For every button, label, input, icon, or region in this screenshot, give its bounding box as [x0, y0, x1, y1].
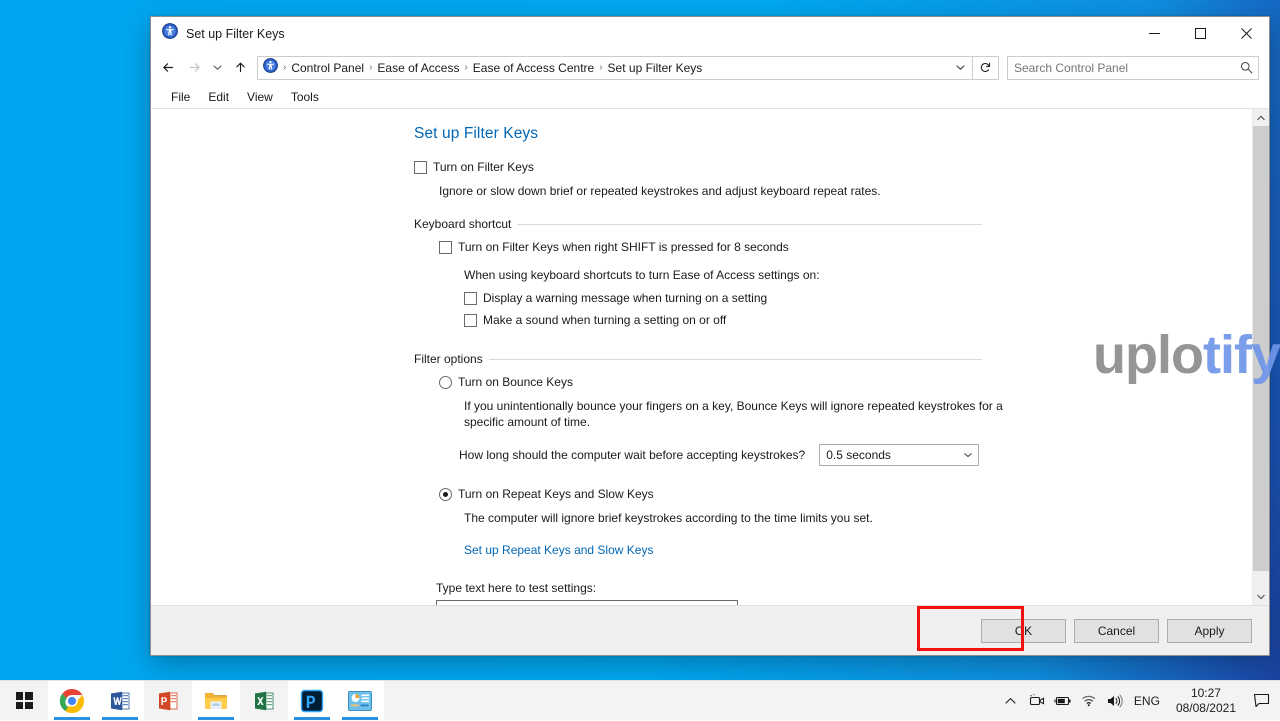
keyboard-shortcut-group-title: Keyboard shortcut — [414, 217, 511, 231]
scroll-down-button[interactable] — [1253, 588, 1269, 605]
repeat-slow-keys-description: The computer will ignore brief keystroke… — [464, 510, 982, 526]
up-button[interactable] — [227, 55, 253, 81]
clock-date: 08/08/2021 — [1176, 701, 1236, 716]
taskbar-apps — [48, 681, 384, 720]
wait-time-dropdown[interactable]: 0.5 seconds — [819, 444, 979, 466]
battery-icon[interactable] — [1050, 681, 1076, 721]
taskbar-spacer — [384, 681, 998, 720]
shift-shortcut-row[interactable]: Turn on Filter Keys when right SHIFT is … — [439, 239, 982, 255]
menu-item-tools[interactable]: Tools — [283, 88, 327, 106]
dialog-footer: OK Cancel Apply — [151, 605, 1269, 655]
sound-row[interactable]: Make a sound when turning a setting on o… — [464, 312, 982, 328]
scrollbar-thumb[interactable] — [1253, 126, 1269, 571]
volume-icon[interactable] — [1102, 681, 1128, 721]
taskbar-item-excel[interactable] — [240, 681, 288, 720]
filter-options-group-title: Filter options — [414, 352, 483, 366]
turn-on-filter-keys-row[interactable]: Turn on Filter Keys — [414, 159, 982, 175]
back-button[interactable] — [155, 55, 181, 81]
language-indicator[interactable]: ENG — [1128, 681, 1168, 721]
repeat-slow-keys-radio[interactable] — [439, 488, 452, 501]
ease-of-access-icon — [162, 23, 178, 44]
page-title: Set up Filter Keys — [414, 125, 982, 143]
clock[interactable]: 10:27 08/08/2021 — [1168, 681, 1244, 721]
apply-button[interactable]: Apply — [1167, 619, 1252, 643]
taskbar-item-photoshop[interactable] — [288, 681, 336, 720]
keyboard-shortcut-group-header: Keyboard shortcut — [414, 217, 982, 231]
clock-time: 10:27 — [1176, 686, 1236, 701]
webcam-icon[interactable] — [1024, 681, 1050, 721]
filter-keys-description: Ignore or slow down brief or repeated ke… — [439, 183, 982, 199]
set-up-repeat-slow-keys-link[interactable]: Set up Repeat Keys and Slow Keys — [464, 543, 653, 557]
taskbar-item-file-explorer[interactable] — [192, 681, 240, 720]
warning-message-checkbox[interactable] — [464, 292, 477, 305]
turn-on-filter-keys-checkbox[interactable] — [414, 161, 427, 174]
breadcrumb-bar[interactable]: › Control Panel › Ease of Access › Ease … — [257, 56, 973, 80]
menu-item-edit[interactable]: Edit — [200, 88, 237, 106]
wait-time-value: 0.5 seconds — [820, 448, 958, 462]
system-tray: ENG 10:27 08/08/2021 — [998, 681, 1280, 720]
recent-locations-button[interactable] — [207, 55, 227, 81]
bounce-keys-description: If you unintentionally bounce your finge… — [464, 398, 1020, 430]
sound-checkbox[interactable] — [464, 314, 477, 327]
chevron-down-icon[interactable] — [948, 57, 972, 79]
window-controls — [1131, 17, 1269, 50]
taskbar-item-control-panel[interactable] — [336, 681, 384, 720]
action-center-button[interactable] — [1244, 681, 1278, 721]
cancel-button[interactable]: Cancel — [1074, 619, 1159, 643]
menu-bar: File Edit View Tools — [151, 85, 1269, 109]
breadcrumb-item-ease-of-access-centre[interactable]: Ease of Access Centre — [469, 61, 598, 75]
keyboard-shortcut-note: When using keyboard shortcuts to turn Ea… — [464, 267, 982, 283]
repeat-slow-keys-label: Turn on Repeat Keys and Slow Keys — [458, 486, 654, 502]
shift-shortcut-checkbox[interactable] — [439, 241, 452, 254]
turn-on-filter-keys-label: Turn on Filter Keys — [433, 159, 534, 175]
wifi-icon[interactable] — [1076, 681, 1102, 721]
taskbar-item-powerpoint[interactable] — [144, 681, 192, 720]
vertical-scrollbar[interactable] — [1252, 109, 1269, 605]
breadcrumb-item-set-up-filter-keys[interactable]: Set up Filter Keys — [604, 61, 707, 75]
window-title: Set up Filter Keys — [186, 27, 285, 41]
wait-time-row: How long should the computer wait before… — [459, 444, 982, 466]
repeat-slow-keys-row[interactable]: Turn on Repeat Keys and Slow Keys — [439, 486, 982, 502]
wait-time-label: How long should the computer wait before… — [459, 448, 805, 462]
scrollbar-track[interactable] — [1253, 126, 1269, 588]
breadcrumb-item-ease-of-access[interactable]: Ease of Access — [373, 61, 463, 75]
taskbar-item-chrome[interactable] — [48, 681, 96, 720]
chevron-down-icon — [958, 450, 978, 460]
bounce-keys-label: Turn on Bounce Keys — [458, 374, 573, 390]
menu-item-view[interactable]: View — [239, 88, 281, 106]
close-button[interactable] — [1223, 17, 1269, 50]
warning-message-label: Display a warning message when turning o… — [483, 290, 767, 306]
breadcrumb-item-control-panel[interactable]: Control Panel — [287, 61, 368, 75]
forward-button[interactable] — [181, 55, 207, 81]
address-bar: › Control Panel › Ease of Access › Ease … — [151, 50, 1269, 85]
settings-content-area: Set up Filter Keys Turn on Filter Keys I… — [151, 109, 1252, 605]
search-box[interactable] — [1007, 56, 1259, 80]
title-bar: Set up Filter Keys — [151, 17, 1269, 50]
group-divider — [489, 359, 982, 360]
show-hidden-icons-button[interactable] — [998, 681, 1024, 721]
scroll-up-button[interactable] — [1253, 109, 1269, 126]
search-input[interactable] — [1008, 61, 1234, 75]
control-panel-window: Set up Filter Keys — [150, 16, 1270, 656]
minimize-button[interactable] — [1131, 17, 1177, 50]
group-divider — [517, 224, 982, 225]
test-settings-label: Type text here to test settings: — [436, 581, 982, 595]
warning-message-row[interactable]: Display a warning message when turning o… — [464, 290, 982, 306]
start-button[interactable] — [0, 681, 48, 720]
sound-label: Make a sound when turning a setting on o… — [483, 312, 726, 328]
search-icon — [1234, 61, 1258, 74]
ok-button[interactable]: OK — [981, 619, 1066, 643]
refresh-button[interactable] — [973, 56, 999, 80]
bounce-keys-row[interactable]: Turn on Bounce Keys — [439, 374, 982, 390]
maximize-button[interactable] — [1177, 17, 1223, 50]
windows-logo-icon — [16, 692, 33, 709]
content-wrapper: Set up Filter Keys Turn on Filter Keys I… — [151, 109, 1269, 605]
taskbar-item-word[interactable] — [96, 681, 144, 720]
breadcrumb-ease-of-access-icon — [263, 58, 278, 78]
shift-shortcut-label: Turn on Filter Keys when right SHIFT is … — [458, 239, 789, 255]
bounce-keys-radio[interactable] — [439, 376, 452, 389]
menu-item-file[interactable]: File — [163, 88, 198, 106]
taskbar: ENG 10:27 08/08/2021 — [0, 680, 1280, 720]
filter-options-group-header: Filter options — [414, 352, 982, 366]
